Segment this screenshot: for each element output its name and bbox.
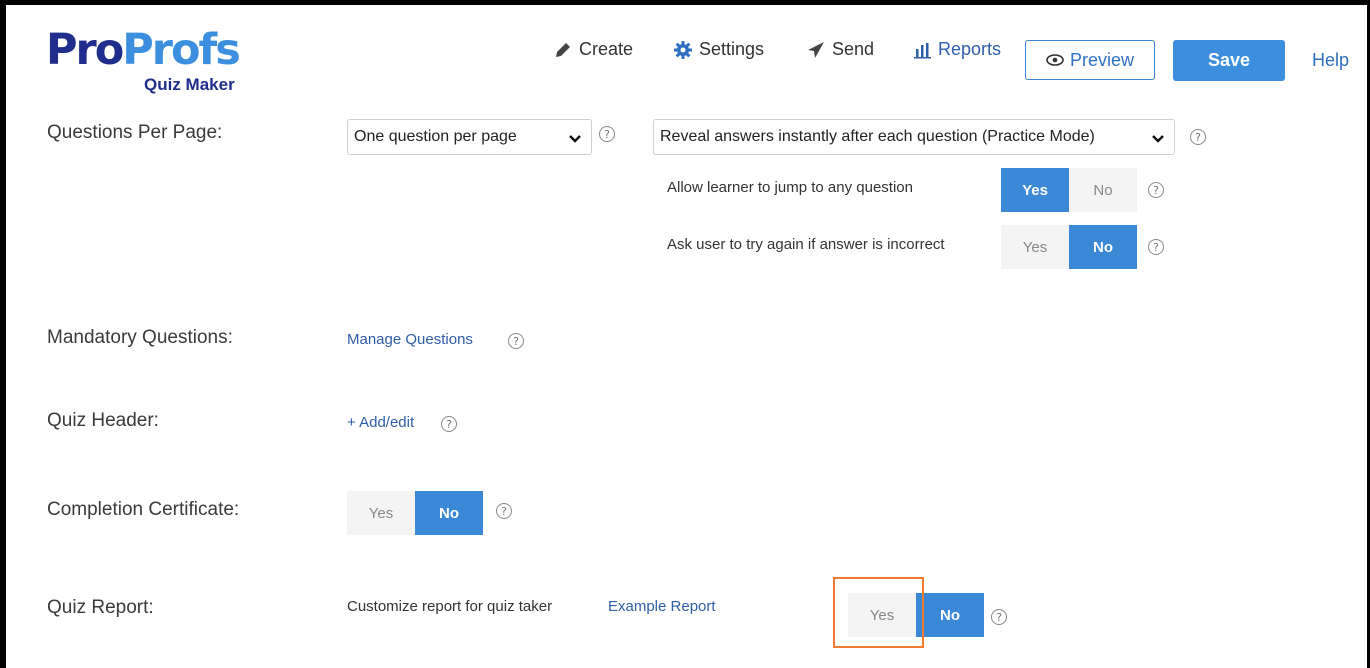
retry-yes-option[interactable]: Yes [1001,225,1069,269]
nav-send[interactable]: Send [806,39,874,60]
paper-plane-icon [806,40,826,60]
help-icon[interactable]: ? [599,126,615,142]
chevron-down-icon [1152,131,1164,149]
logo-pro: Pro [46,25,124,75]
eye-icon [1046,50,1064,71]
report-no-option[interactable]: No [916,593,984,637]
help-icon[interactable]: ? [508,333,524,349]
nav-settings[interactable]: Settings [673,39,764,60]
quiz-report-toggle[interactable]: Yes No [848,593,984,637]
preview-label: Preview [1069,49,1135,70]
nav-create-label: Create [579,39,634,59]
app-window: ProProfs Quiz Maker Create Settings Send… [6,5,1367,668]
questions-per-page-label: Questions Per Page: [47,122,223,143]
proprofs-logo[interactable]: ProProfs Quiz Maker [46,25,266,105]
nav-reports-label: Reports [938,39,1002,59]
retry-label: Ask user to try again if answer is incor… [667,236,945,253]
jump-yes-option[interactable]: Yes [1001,168,1069,212]
questions-per-page-select[interactable]: One question per page [347,119,592,155]
pencil-icon [553,40,573,60]
nav-settings-label: Settings [699,39,765,59]
report-yes-option[interactable]: Yes [848,593,916,637]
report-description: Customize report for quiz taker [347,598,553,615]
nav-send-label: Send [832,39,875,59]
questions-per-page-value: One question per page [354,128,517,145]
chevron-down-icon [569,131,581,149]
preview-button[interactable]: Preview [1025,40,1155,80]
example-report-link[interactable]: Example Report [608,598,716,615]
help-icon[interactable]: ? [441,416,457,432]
bar-chart-icon [914,41,932,59]
completion-certificate-label: Completion Certificate: [47,499,240,520]
certificate-toggle[interactable]: Yes No [347,491,483,535]
retry-no-option[interactable]: No [1069,225,1137,269]
certificate-no-option[interactable]: No [415,491,483,535]
quiz-header-label: Quiz Header: [47,410,159,431]
nav-reports[interactable]: Reports [914,39,1001,60]
help-icon[interactable]: ? [496,503,512,519]
add-edit-header-link[interactable]: + Add/edit [347,414,414,431]
logo-product-name: Quiz Maker [144,75,235,94]
jump-no-option[interactable]: No [1069,168,1137,212]
nav-create[interactable]: Create [553,39,633,60]
manage-questions-link[interactable]: Manage Questions [347,331,473,348]
jump-question-label: Allow learner to jump to any question [667,179,913,196]
gear-icon [673,40,693,60]
reveal-answers-select[interactable]: Reveal answers instantly after each ques… [653,119,1175,155]
reveal-answers-value: Reveal answers instantly after each ques… [660,128,1095,145]
help-icon[interactable]: ? [1190,129,1206,145]
mandatory-questions-label: Mandatory Questions: [47,327,233,348]
quiz-report-label: Quiz Report: [47,597,154,618]
help-icon[interactable]: ? [1148,239,1164,255]
certificate-yes-option[interactable]: Yes [347,491,415,535]
help-icon[interactable]: ? [1148,182,1164,198]
help-icon[interactable]: ? [991,609,1007,625]
logo-wordmark: ProProfs [46,25,241,75]
retry-toggle[interactable]: Yes No [1001,225,1137,269]
logo-profs: Profs [122,25,241,75]
help-link[interactable]: Help [1312,50,1349,71]
jump-question-toggle[interactable]: Yes No [1001,168,1137,212]
save-button[interactable]: Save [1173,40,1285,81]
